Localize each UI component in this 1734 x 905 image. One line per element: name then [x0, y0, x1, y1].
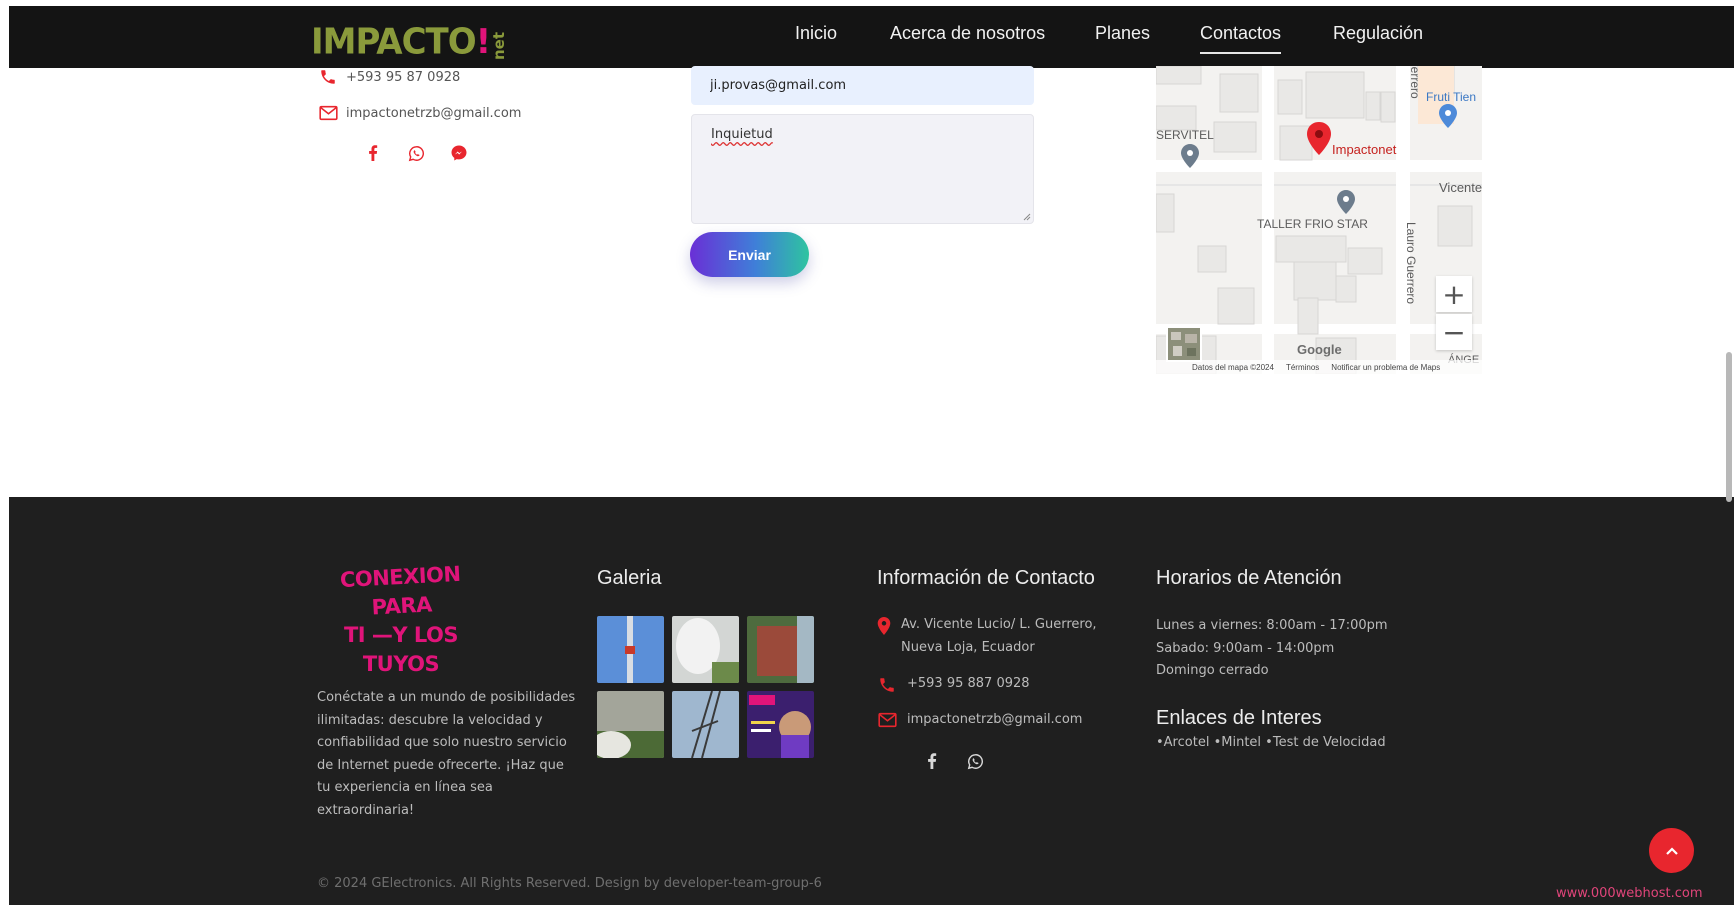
- footer-phone-text: +593 95 887 0928: [907, 676, 1030, 691]
- mail-icon: [318, 103, 338, 123]
- footer-address: Av. Vicente Lucio/ L. Guerrero, Nueva Lo…: [877, 614, 1107, 659]
- footer-description: Conéctate a un mundo de posibilidades il…: [317, 690, 576, 818]
- location-pin-icon: [877, 614, 891, 659]
- facebook-icon[interactable]: [921, 750, 943, 772]
- map-label-impactonet: Impactonet: [1332, 142, 1397, 157]
- whatsapp-icon[interactable]: [964, 750, 986, 772]
- slogan-line-1: CONEXION PARA: [339, 561, 462, 620]
- site-footer: [9, 497, 1734, 905]
- message-textarea[interactable]: Inquietud: [691, 114, 1034, 224]
- map-attribution-data: Datos del mapa ©2024: [1192, 362, 1274, 372]
- page-scrollbar-thumb[interactable]: [1726, 352, 1732, 502]
- map-label-vicente: Vicente: [1439, 180, 1482, 195]
- map-attribution: Datos del mapa ©2024 Términos Notificar …: [1156, 360, 1482, 374]
- map-report-link[interactable]: Notificar un problema de Maps: [1331, 363, 1440, 372]
- contact-email-text: impactonetrzb@gmail.com: [346, 105, 522, 121]
- footer-social-links: [921, 750, 1007, 772]
- page: IMPACTO ! net Inicio Acerca de nosotros …: [0, 0, 1734, 905]
- map-label-frutitienda: Fruti Tien: [1426, 90, 1477, 104]
- slogan-line-2: TI —Y LOS: [343, 623, 459, 647]
- map-label-lauro-guerrero: Lauro Guerrero: [1404, 222, 1418, 305]
- phone-icon: [877, 673, 897, 696]
- map-zoom-out-button[interactable]: −: [1436, 314, 1472, 350]
- link-arcotel[interactable]: •Arcotel: [1156, 735, 1209, 750]
- map-zoom-in-button[interactable]: +: [1436, 276, 1472, 312]
- footer-gallery: [597, 616, 814, 758]
- google-logo: Google: [1297, 342, 1342, 357]
- send-button[interactable]: Enviar: [690, 232, 809, 277]
- social-links: [362, 142, 491, 164]
- nav-link-inicio[interactable]: Inicio: [795, 23, 837, 44]
- gallery-image-fence[interactable]: [747, 616, 814, 683]
- map-terms-link[interactable]: Términos: [1286, 363, 1319, 372]
- footer-email: impactonetrzb@gmail.com: [877, 709, 1082, 732]
- links-list: •Arcotel •Mintel •Test de Velocidad: [1156, 735, 1386, 750]
- whatsapp-icon[interactable]: [405, 142, 427, 164]
- link-mintel[interactable]: •Mintel: [1214, 735, 1261, 750]
- nav-link-planes[interactable]: Planes: [1095, 23, 1150, 44]
- footer-slogan: CONEXION PARA TI —Y LOS TUYOS: [311, 562, 491, 679]
- map-satellite-toggle[interactable]: [1166, 326, 1202, 362]
- contact-phone-text: +593 95 87 0928: [346, 69, 461, 85]
- gallery-image-promo-flyer[interactable]: [747, 691, 814, 758]
- embedded-map[interactable]: SERVITEL Impactonet Fruti Tien Vicente T…: [1156, 66, 1482, 374]
- slogan-line-3: TUYOS: [362, 652, 440, 676]
- contact-phone: +593 95 87 0928: [318, 67, 460, 87]
- top-navbar: IMPACTO ! net Inicio Acerca de nosotros …: [9, 6, 1734, 68]
- links-heading: Enlaces de Interes: [1156, 707, 1322, 729]
- nav-link-acerca[interactable]: Acerca de nosotros: [890, 23, 1045, 44]
- nav-link-contactos[interactable]: Contactos: [1200, 23, 1282, 54]
- scroll-to-top-button[interactable]: [1649, 828, 1694, 873]
- nav-link-regulacion[interactable]: Regulación: [1333, 23, 1423, 44]
- map-label-servitel: SERVITEL: [1156, 128, 1214, 142]
- gallery-image-tower-sky[interactable]: [597, 616, 664, 683]
- phone-icon: [318, 67, 338, 87]
- link-test-velocidad[interactable]: •Test de Velocidad: [1265, 735, 1385, 750]
- gallery-image-dish[interactable]: [672, 616, 739, 683]
- logo-exclamation: !: [475, 22, 492, 62]
- contact-email: impactonetrzb@gmail.com: [318, 103, 521, 123]
- copyright-text: © 2024 GElectronics. All Rights Reserved…: [317, 876, 822, 891]
- resize-handle-icon[interactable]: [1023, 213, 1031, 221]
- footer-email-text: impactonetrzb@gmail.com: [907, 712, 1083, 727]
- logo-text: IMPACTO: [311, 21, 477, 63]
- gallery-image-tower-climb[interactable]: [672, 691, 739, 758]
- email-field[interactable]: [691, 66, 1034, 105]
- mail-icon: [877, 709, 897, 732]
- footer-address-text: Av. Vicente Lucio/ L. Guerrero, Nueva Lo…: [901, 617, 1097, 655]
- host-badge[interactable]: www.000webhost.com: [1556, 886, 1703, 901]
- footer-phone: +593 95 887 0928: [877, 673, 1030, 696]
- facebook-icon[interactable]: [362, 142, 384, 164]
- gallery-image-antenna-field[interactable]: [597, 691, 664, 758]
- site-logo[interactable]: IMPACTO ! net: [311, 20, 509, 63]
- hours-weekdays: Lunes a viernes: 8:00am - 17:00pm: [1156, 618, 1388, 633]
- gallery-heading: Galeria: [597, 567, 662, 589]
- hours-heading: Horarios de Atención: [1156, 567, 1342, 589]
- message-text: Inquietud: [711, 127, 773, 142]
- logo-suffix: net: [490, 31, 509, 60]
- hours-sunday: Domingo cerrado: [1156, 663, 1269, 678]
- hours-saturday: Sabado: 9:00am - 14:00pm: [1156, 640, 1335, 656]
- contact-info-heading: Información de Contacto: [877, 567, 1095, 589]
- messenger-icon[interactable]: [448, 142, 470, 164]
- chevron-up-icon: [1665, 846, 1678, 855]
- hours-list: Lunes a viernes: 8:00am - 17:00pm Sabado…: [1156, 615, 1388, 683]
- map-label-guerrero-top: uerrero: [1408, 66, 1422, 99]
- map-label-taller: TALLER FRIO STAR: [1257, 217, 1368, 231]
